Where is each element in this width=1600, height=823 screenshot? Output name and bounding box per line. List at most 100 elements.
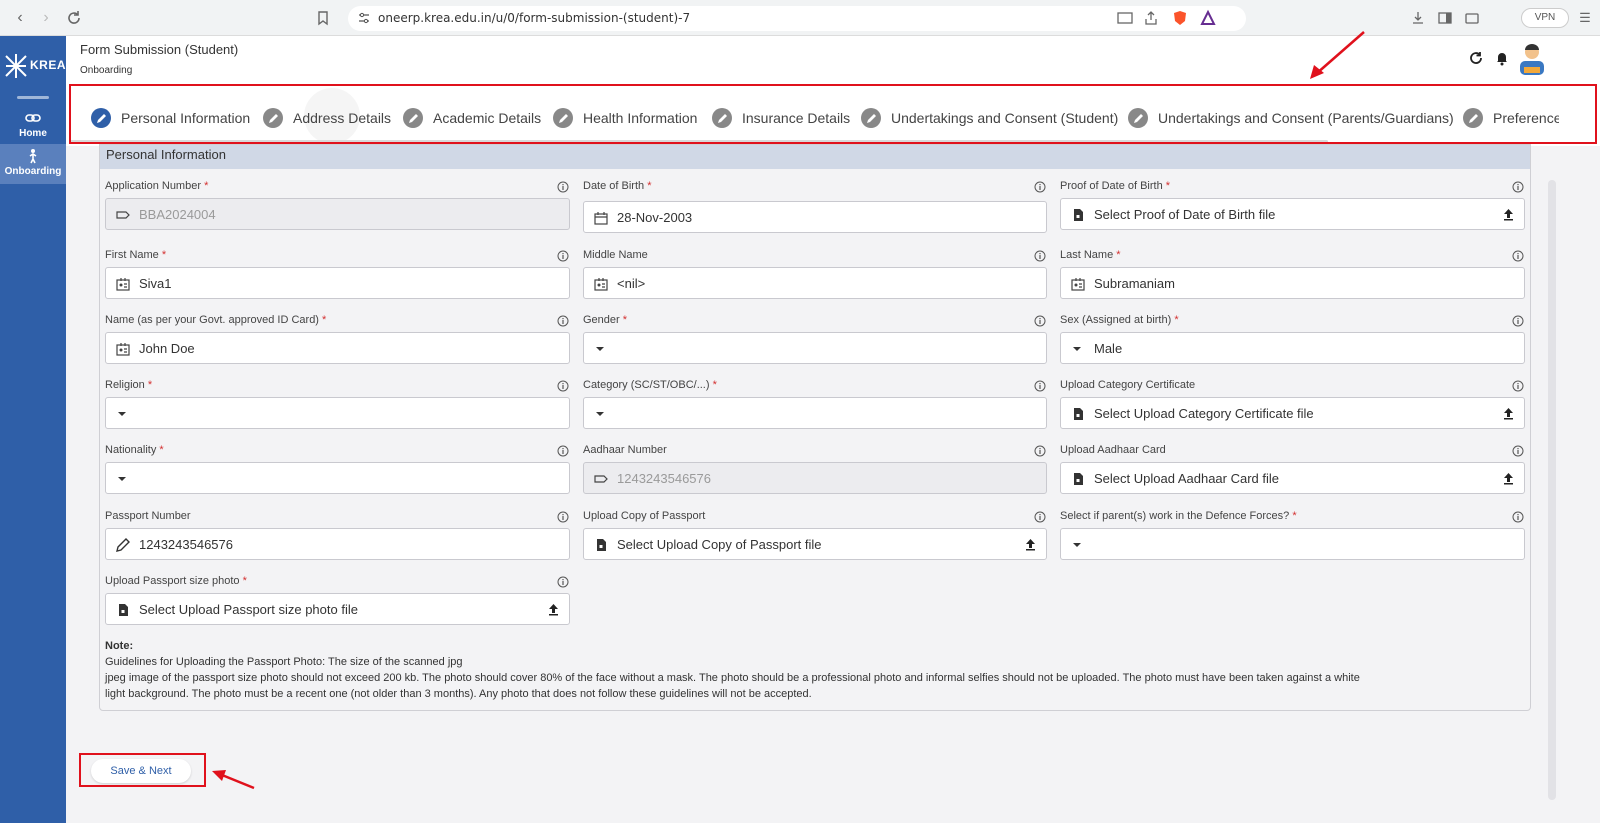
pencil-icon <box>116 538 130 552</box>
passport-copy-upload[interactable]: Select Upload Copy of Passport file <box>583 528 1047 560</box>
nationality-label: Nationality * <box>105 444 164 456</box>
passport-copy-label: Upload Copy of Passport <box>583 510 706 522</box>
gender-select[interactable] <box>583 332 1047 364</box>
passport-photo-label: Upload Passport size photo * <box>105 575 247 587</box>
date-of-birth-field[interactable]: 28-Nov-2003 <box>583 201 1047 233</box>
sidebar-item-home[interactable]: Home <box>0 106 66 146</box>
info-icon[interactable] <box>1512 250 1524 262</box>
site-settings-icon[interactable] <box>358 12 370 24</box>
application-number-field: BBA2024004 <box>105 198 570 230</box>
note-line: jpeg image of the passport size photo sh… <box>105 672 1360 684</box>
info-icon[interactable] <box>557 380 569 392</box>
label-tag-icon <box>116 211 130 219</box>
menu-icon[interactable]: ☰ <box>1576 9 1594 27</box>
section-header: Personal Information <box>100 145 1530 169</box>
forward-icon[interactable]: › <box>36 8 56 28</box>
sidebar: KREA Home Onboarding <box>0 36 66 823</box>
link-icon <box>25 114 41 122</box>
id-name-input[interactable]: John Doe <box>105 332 570 364</box>
note-line: Guidelines for Uploading the Passport Ph… <box>105 656 463 668</box>
back-icon[interactable]: ‹ <box>10 8 30 28</box>
brave-rewards-icon[interactable] <box>1199 9 1217 27</box>
info-icon[interactable] <box>557 576 569 588</box>
aadhaar-number-field: 1243243546576 <box>583 462 1047 494</box>
info-icon[interactable] <box>557 250 569 262</box>
info-icon[interactable] <box>557 445 569 457</box>
category-cert-upload[interactable]: Select Upload Category Certificate file <box>1060 397 1525 429</box>
passport-number-input[interactable]: 1243243546576 <box>105 528 570 560</box>
proof-dob-upload[interactable]: Select Proof of Date of Birth file <box>1060 198 1525 230</box>
info-icon[interactable] <box>557 315 569 327</box>
brave-shield-icon[interactable] <box>1171 9 1189 27</box>
info-icon[interactable] <box>1034 380 1046 392</box>
avatar[interactable] <box>1517 42 1547 76</box>
logo-mark-icon <box>5 54 27 78</box>
page-title: Form Submission (Student) <box>80 42 239 57</box>
section-title: Personal Information <box>106 147 226 162</box>
info-icon[interactable] <box>1512 380 1524 392</box>
passport-photo-upload[interactable]: Select Upload Passport size photo file <box>105 593 570 625</box>
first-name-input[interactable]: Siva1 <box>105 267 570 299</box>
upload-icon[interactable] <box>547 603 560 616</box>
nationality-select[interactable] <box>105 462 570 494</box>
info-icon[interactable] <box>1512 445 1524 457</box>
upload-icon[interactable] <box>1502 208 1515 221</box>
file-icon <box>119 604 128 616</box>
info-icon[interactable] <box>1034 511 1046 523</box>
caret-down-icon <box>596 412 604 416</box>
sex-select[interactable]: Male <box>1060 332 1525 364</box>
wallet-icon[interactable] <box>1463 9 1481 27</box>
app-header: Form Submission (Student) Onboarding <box>66 36 1600 84</box>
proof-dob-label: Proof of Date of Birth * <box>1060 180 1171 192</box>
last-name-input[interactable]: Subramaniam <box>1060 267 1525 299</box>
info-icon[interactable] <box>1512 181 1524 193</box>
file-icon <box>1074 408 1083 420</box>
info-icon[interactable] <box>1034 250 1046 262</box>
sidebar-item-onboarding[interactable]: Onboarding <box>0 144 66 184</box>
application-number-label: Application Number * <box>105 180 209 192</box>
id-name-label: Name (as per your Govt. approved ID Card… <box>105 314 327 326</box>
aadhaar-card-upload[interactable]: Select Upload Aadhaar Card file <box>1060 462 1525 494</box>
defence-select[interactable] <box>1060 528 1525 560</box>
last-name-label: Last Name * <box>1060 249 1121 261</box>
address-bar[interactable]: oneerp.krea.edu.in/u/0/form-submission-(… <box>348 6 1246 31</box>
file-icon <box>1074 473 1083 485</box>
reload-icon[interactable] <box>64 8 84 28</box>
info-icon[interactable] <box>557 511 569 523</box>
bell-icon[interactable] <box>1494 50 1510 66</box>
url-text: oneerp.krea.edu.in/u/0/form-submission-(… <box>378 11 691 25</box>
sidebar-divider <box>17 96 49 99</box>
cast-icon[interactable] <box>1116 9 1134 27</box>
upload-icon[interactable] <box>1502 407 1515 420</box>
info-icon[interactable] <box>1512 315 1524 327</box>
annotation-arrow-icon <box>212 770 255 790</box>
download-icon[interactable] <box>1409 9 1427 27</box>
info-icon[interactable] <box>557 181 569 193</box>
krea-logo: KREA <box>4 46 66 86</box>
note-title: Note: <box>105 640 134 652</box>
bookmark-icon[interactable] <box>314 9 332 27</box>
vpn-button[interactable]: VPN <box>1521 8 1569 28</box>
category-label: Category (SC/ST/OBC/...) * <box>583 379 717 391</box>
info-icon[interactable] <box>1512 511 1524 523</box>
info-icon[interactable] <box>1034 445 1046 457</box>
file-icon <box>597 539 606 551</box>
person-walking-icon <box>29 149 37 164</box>
label-tag-icon <box>594 475 608 483</box>
defence-label: Select if parent(s) work in the Defence … <box>1060 510 1297 522</box>
page-scrollbar[interactable] <box>1548 180 1556 800</box>
category-select[interactable] <box>583 397 1047 429</box>
share-icon[interactable] <box>1142 9 1160 27</box>
religion-select[interactable] <box>105 397 570 429</box>
caret-down-icon <box>118 412 126 416</box>
first-name-label: First Name * <box>105 249 167 261</box>
upload-icon[interactable] <box>1502 472 1515 485</box>
info-icon[interactable] <box>1034 315 1046 327</box>
info-icon[interactable] <box>1034 181 1046 193</box>
sidebar-toggle-icon[interactable] <box>1436 9 1454 27</box>
middle-name-input[interactable]: <nil> <box>583 267 1047 299</box>
middle-name-label: Middle Name <box>583 249 648 261</box>
upload-icon[interactable] <box>1024 538 1037 551</box>
caret-down-icon <box>1073 347 1081 351</box>
refresh-icon[interactable] <box>1468 50 1484 66</box>
